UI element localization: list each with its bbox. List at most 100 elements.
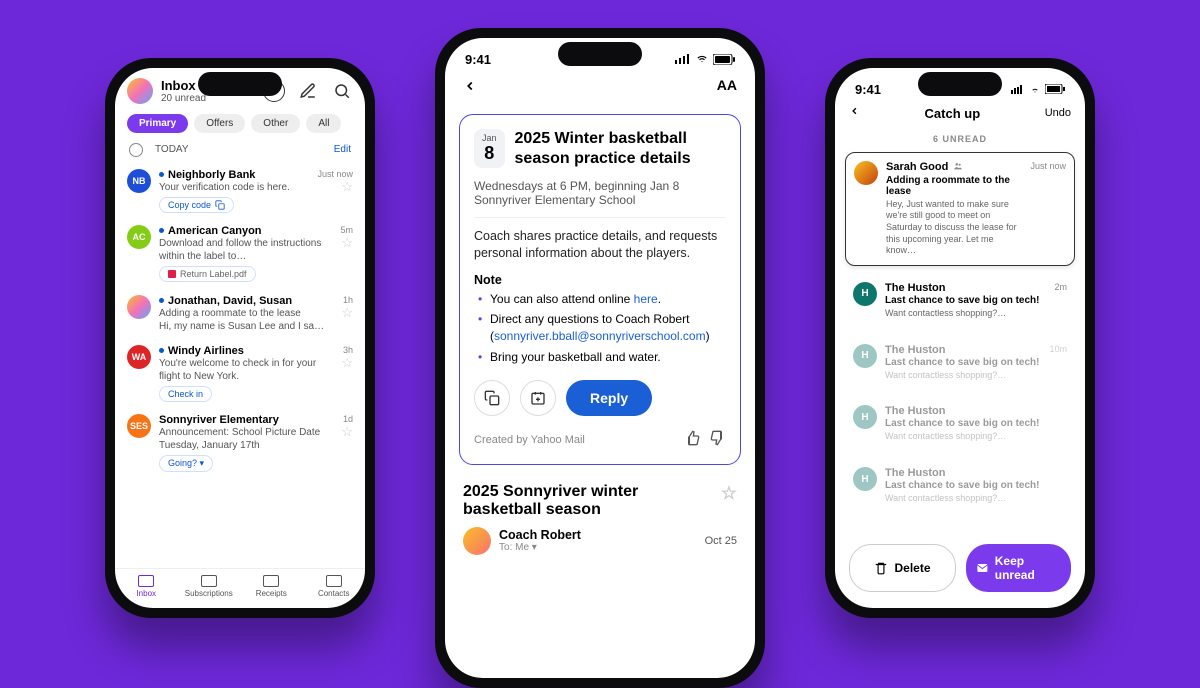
sender-avatar: AC: [127, 225, 151, 249]
message-preview: You're welcome to check in for your flig…: [159, 357, 333, 383]
sender-avatar: WA: [127, 345, 151, 369]
nav-receipts[interactable]: Receipts: [240, 575, 303, 598]
message-time: 3h: [341, 345, 353, 355]
star-icon[interactable]: ☆: [721, 483, 737, 519]
message-row[interactable]: Jonathan, David, Susan Adding a roommate…: [115, 289, 365, 339]
sender-name: American Canyon: [168, 225, 262, 237]
sender-name: The Huston: [885, 467, 1067, 479]
tab-offers[interactable]: Offers: [194, 114, 245, 133]
message-time: 5m: [340, 225, 353, 235]
sender-name: The Huston: [885, 282, 1046, 294]
tab-primary[interactable]: Primary: [127, 114, 188, 133]
thread-title-row: 2025 Sonnyriver winter basketball season…: [445, 473, 755, 519]
thumbs-down-icon[interactable]: [710, 430, 726, 450]
message-row[interactable]: NB Neighborly Bank Your verification cod…: [115, 163, 365, 219]
receipts-icon: [263, 575, 279, 587]
add-calendar-button[interactable]: [520, 380, 556, 416]
date-day: 8: [482, 143, 497, 164]
back-button[interactable]: [849, 103, 860, 124]
message-row[interactable]: WA Windy Airlines You're welcome to chec…: [115, 339, 365, 408]
people-icon: [952, 161, 964, 174]
thread-title: 2025 Sonnyriver winter basketball season: [463, 483, 721, 519]
message-header[interactable]: Coach Robert To: Me ▾ Oct 25: [445, 519, 755, 563]
message-preview: Want contactless shopping?…: [885, 431, 1067, 443]
note-item: Direct any questions to Coach Robert (so…: [478, 311, 726, 345]
delete-button[interactable]: Delete: [849, 544, 956, 592]
note-item: You can also attend online here.: [478, 291, 726, 308]
text-size-button[interactable]: AA: [717, 77, 737, 100]
message-preview: Announcement: School Picture Date Tuesda…: [159, 426, 333, 452]
nav-inbox[interactable]: Inbox: [115, 575, 178, 598]
nav-subscriptions[interactable]: Subscriptions: [178, 575, 241, 598]
sender-avatar: H: [853, 405, 877, 429]
thumbs-up-icon[interactable]: [684, 430, 700, 450]
date-month: Jan: [482, 133, 497, 143]
here-link[interactable]: here: [634, 292, 658, 306]
phone-inbox: Inbox 20 unread Y+ Primary Offers Other …: [105, 58, 375, 618]
copy-button[interactable]: [474, 380, 510, 416]
message-preview: Hey, Just wanted to make sure we're stil…: [886, 199, 1022, 257]
sender-avatar: H: [853, 467, 877, 491]
tab-other[interactable]: Other: [251, 114, 300, 133]
catchup-actions: Delete Keep unread: [835, 534, 1085, 608]
message-row[interactable]: SES Sonnyriver Elementary Announcement: …: [115, 408, 365, 478]
from-to[interactable]: To: Me ▾: [499, 542, 581, 553]
select-all-checkbox[interactable]: [129, 143, 143, 157]
mail-icon: [976, 562, 989, 574]
created-by-label: Created by Yahoo Mail: [474, 434, 585, 446]
catchup-item[interactable]: H The Huston Last chance to save big on …: [845, 397, 1075, 451]
nav-contacts[interactable]: Contacts: [303, 575, 366, 598]
sender-name: Jonathan, David, Susan: [168, 295, 292, 307]
message-preview: Download and follow the instructions wit…: [159, 237, 332, 263]
reply-button[interactable]: Reply: [566, 380, 652, 416]
star-icon[interactable]: ☆: [340, 235, 353, 251]
catchup-item[interactable]: H The Huston Last chance to save big on …: [845, 459, 1075, 513]
catchup-header: Catch up Undo: [835, 97, 1085, 130]
rsvp-button[interactable]: Going? ▾: [159, 455, 213, 472]
message-subject: Adding a roommate to the lease: [886, 175, 1022, 197]
message-subject: Last chance to save big on tech!: [885, 295, 1046, 306]
tab-all[interactable]: All: [306, 114, 341, 133]
catchup-item[interactable]: H The Huston Last chance to save big on …: [845, 336, 1075, 390]
message-list: NB Neighborly Bank Your verification cod…: [115, 163, 365, 568]
trash-icon: [874, 561, 888, 575]
sender-name: Sonnyriver Elementary: [159, 414, 279, 426]
back-button[interactable]: [463, 77, 477, 100]
battery-icon: [1045, 84, 1065, 94]
unread-dot-icon: [159, 228, 164, 233]
catchup-item[interactable]: H The Huston Last chance to save big on …: [845, 274, 1075, 328]
message-row[interactable]: AC American Canyon Download and follow t…: [115, 219, 365, 289]
contacts-icon: [326, 575, 342, 587]
card-description: Coach shares practice details, and reque…: [474, 228, 726, 263]
signal-icon: [1011, 85, 1025, 94]
star-icon[interactable]: ☆: [317, 179, 353, 195]
checkin-button[interactable]: Check in: [159, 386, 212, 402]
edit-button[interactable]: Edit: [334, 144, 351, 155]
sender-avatar: H: [853, 282, 877, 306]
catchup-item[interactable]: Sarah Good Adding a roommate to the leas…: [845, 152, 1075, 266]
sender-avatar: SES: [127, 414, 151, 438]
message-subject: Last chance to save big on tech!: [885, 357, 1041, 368]
message-subject: Last chance to save big on tech!: [885, 418, 1067, 429]
search-icon[interactable]: [331, 80, 353, 102]
message-preview: Want contactless shopping?…: [885, 308, 1046, 320]
undo-button[interactable]: Undo: [1045, 107, 1071, 119]
keep-unread-button[interactable]: Keep unread: [966, 544, 1071, 592]
note-list: You can also attend online here. Direct …: [474, 291, 726, 366]
profile-avatar[interactable]: [127, 78, 153, 104]
compose-icon[interactable]: [297, 80, 319, 102]
wifi-icon: [1029, 85, 1041, 94]
catchup-list: Sarah Good Adding a roommate to the leas…: [835, 148, 1085, 534]
sender-avatar: H: [853, 344, 877, 368]
attachment-pill[interactable]: Return Label.pdf: [159, 266, 256, 282]
status-icons: [675, 54, 735, 65]
sender-name: Neighborly Bank: [168, 169, 255, 181]
copy-code-button[interactable]: Copy code: [159, 197, 234, 213]
phone-detail: 9:41 AA Jan 8 2025 Winter basketball sea…: [435, 28, 765, 688]
date-box: Jan 8: [474, 129, 505, 168]
star-icon[interactable]: ☆: [341, 424, 353, 440]
email-link[interactable]: sonnyriver.bball@sonnyriverschool.com: [494, 329, 706, 343]
star-icon[interactable]: ☆: [341, 355, 353, 371]
star-icon[interactable]: ☆: [341, 305, 353, 321]
clock: 9:41: [855, 82, 881, 97]
